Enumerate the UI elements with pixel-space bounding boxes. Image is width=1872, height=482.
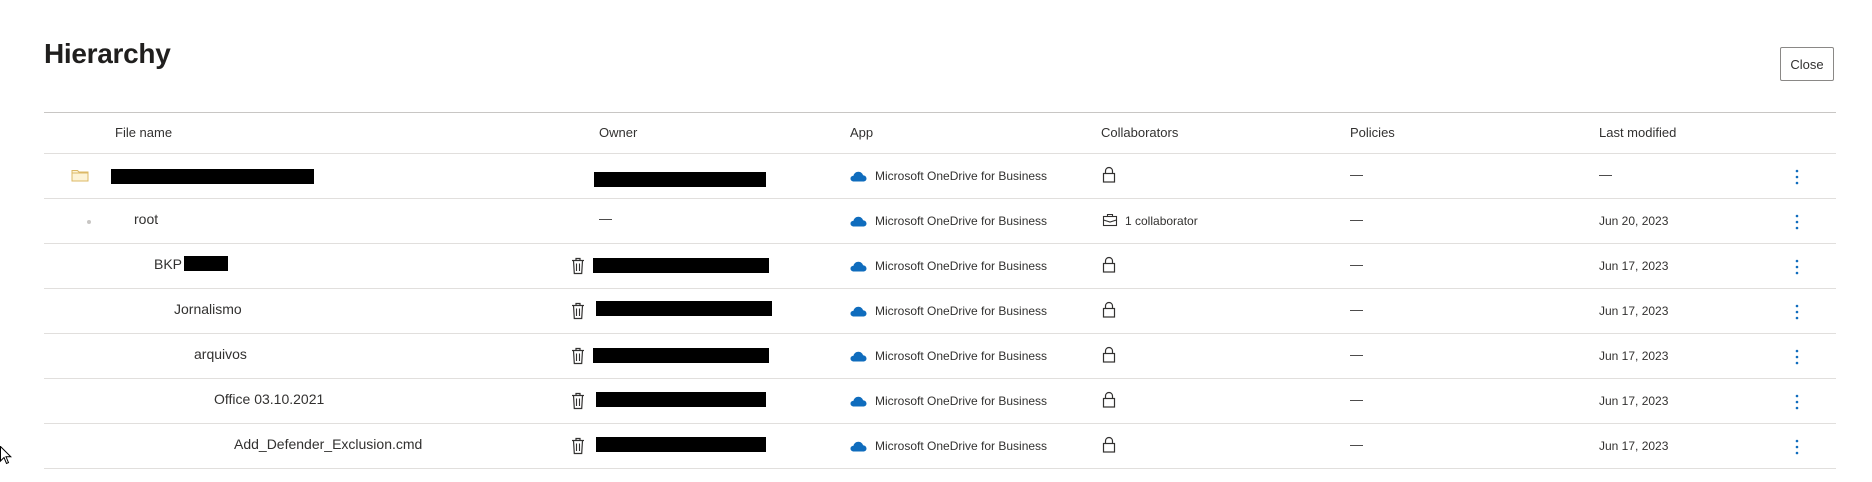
policies: — bbox=[1350, 437, 1363, 452]
trash-icon[interactable] bbox=[571, 302, 585, 320]
header-policies[interactable]: Policies bbox=[1350, 113, 1395, 153]
folder-icon bbox=[71, 170, 89, 182]
table-row[interactable]: Add_Defender_Exclusion.cmd Microsoft One… bbox=[44, 424, 1836, 469]
app-name: Microsoft OneDrive for Business bbox=[875, 439, 1048, 453]
app-name: Microsoft OneDrive for Business bbox=[875, 259, 1048, 273]
table-header-row: File name Owner App Collaborators Polici… bbox=[44, 113, 1836, 154]
more-options-icon[interactable] bbox=[1790, 213, 1804, 231]
last-modified: Jun 20, 2023 bbox=[1599, 214, 1669, 228]
redacted-owner bbox=[593, 258, 769, 273]
trash-icon[interactable] bbox=[571, 257, 585, 275]
onedrive-cloud-icon bbox=[850, 396, 867, 407]
last-modified: — bbox=[1599, 167, 1612, 182]
file-name: arquivos bbox=[194, 346, 247, 362]
onedrive-cloud-icon bbox=[850, 441, 867, 452]
redacted-name bbox=[184, 256, 228, 271]
close-button[interactable]: Close bbox=[1780, 47, 1834, 81]
onedrive-cloud-icon bbox=[850, 171, 867, 182]
redacted-owner bbox=[596, 301, 772, 316]
collaborators[interactable]: 1 collaborator bbox=[1125, 199, 1198, 243]
last-modified: Jun 17, 2023 bbox=[1599, 394, 1669, 408]
collaborator-icon bbox=[1102, 213, 1118, 227]
more-options-icon[interactable] bbox=[1790, 393, 1804, 411]
onedrive-cloud-icon bbox=[850, 306, 867, 317]
policies: — bbox=[1350, 392, 1363, 407]
lock-icon bbox=[1102, 256, 1116, 273]
file-name: Add_Defender_Exclusion.cmd bbox=[234, 436, 423, 452]
app-name: Microsoft OneDrive for Business bbox=[875, 214, 1048, 228]
redacted-owner bbox=[596, 392, 766, 407]
redacted-name bbox=[111, 169, 314, 184]
table-row[interactable]: root — Microsoft OneDrive for Business 1… bbox=[44, 199, 1836, 244]
page-title: Hierarchy bbox=[44, 38, 171, 69]
more-options-icon[interactable] bbox=[1790, 303, 1804, 321]
policies: — bbox=[1350, 167, 1363, 182]
lock-icon bbox=[1102, 301, 1116, 318]
table-row[interactable]: arquivos Microsoft OneDrive for Business… bbox=[44, 334, 1836, 379]
tree-bullet bbox=[87, 220, 91, 224]
last-modified: Jun 17, 2023 bbox=[1599, 304, 1669, 318]
header-app[interactable]: App bbox=[850, 113, 873, 153]
more-options-icon[interactable] bbox=[1790, 258, 1804, 276]
file-name: BKP bbox=[154, 256, 183, 272]
table-row[interactable]: Office 03.10.2021 Microsoft OneDrive for… bbox=[44, 379, 1836, 424]
owner: — bbox=[599, 211, 612, 226]
trash-icon[interactable] bbox=[571, 392, 585, 410]
lock-icon bbox=[1102, 436, 1116, 453]
more-options-icon[interactable] bbox=[1790, 438, 1804, 456]
trash-icon[interactable] bbox=[571, 347, 585, 365]
lock-icon bbox=[1102, 166, 1116, 183]
app-name: Microsoft OneDrive for Business bbox=[875, 169, 1048, 183]
last-modified: Jun 17, 2023 bbox=[1599, 349, 1669, 363]
redacted-owner bbox=[594, 172, 766, 187]
lock-icon bbox=[1102, 346, 1116, 363]
policies: — bbox=[1350, 212, 1363, 227]
policies: — bbox=[1350, 347, 1363, 362]
table-row[interactable]: Microsoft OneDrive for Business — — bbox=[44, 154, 1836, 199]
hierarchy-table: File name Owner App Collaborators Polici… bbox=[44, 112, 1836, 469]
more-options-icon[interactable] bbox=[1790, 348, 1804, 366]
file-name: root bbox=[134, 211, 159, 227]
more-options-icon[interactable] bbox=[1790, 168, 1804, 186]
app-name: Microsoft OneDrive for Business bbox=[875, 349, 1048, 363]
table-row[interactable]: Jornalismo Microsoft OneDrive for Busine… bbox=[44, 289, 1836, 334]
trash-icon[interactable] bbox=[571, 437, 585, 455]
header-collaborators[interactable]: Collaborators bbox=[1101, 113, 1178, 153]
header-last-modified[interactable]: Last modified bbox=[1599, 113, 1676, 153]
table-row[interactable]: BKP Microsoft OneDrive for Business — Ju… bbox=[44, 244, 1836, 289]
onedrive-cloud-icon bbox=[850, 261, 867, 272]
file-name: Office 03.10.2021 bbox=[214, 391, 325, 407]
policies: — bbox=[1350, 257, 1363, 272]
onedrive-cloud-icon bbox=[850, 351, 867, 362]
last-modified: Jun 17, 2023 bbox=[1599, 259, 1669, 273]
header-owner[interactable]: Owner bbox=[599, 113, 637, 153]
last-modified: Jun 17, 2023 bbox=[1599, 439, 1669, 453]
file-name: Jornalismo bbox=[174, 301, 242, 317]
app-name: Microsoft OneDrive for Business bbox=[875, 304, 1048, 318]
app-name: Microsoft OneDrive for Business bbox=[875, 394, 1048, 408]
mouse-cursor-icon bbox=[0, 446, 12, 465]
lock-icon bbox=[1102, 391, 1116, 408]
policies: — bbox=[1350, 302, 1363, 317]
onedrive-cloud-icon bbox=[850, 216, 867, 227]
redacted-owner bbox=[596, 437, 766, 452]
redacted-owner bbox=[593, 348, 769, 363]
header-file-name[interactable]: File name bbox=[115, 113, 172, 153]
